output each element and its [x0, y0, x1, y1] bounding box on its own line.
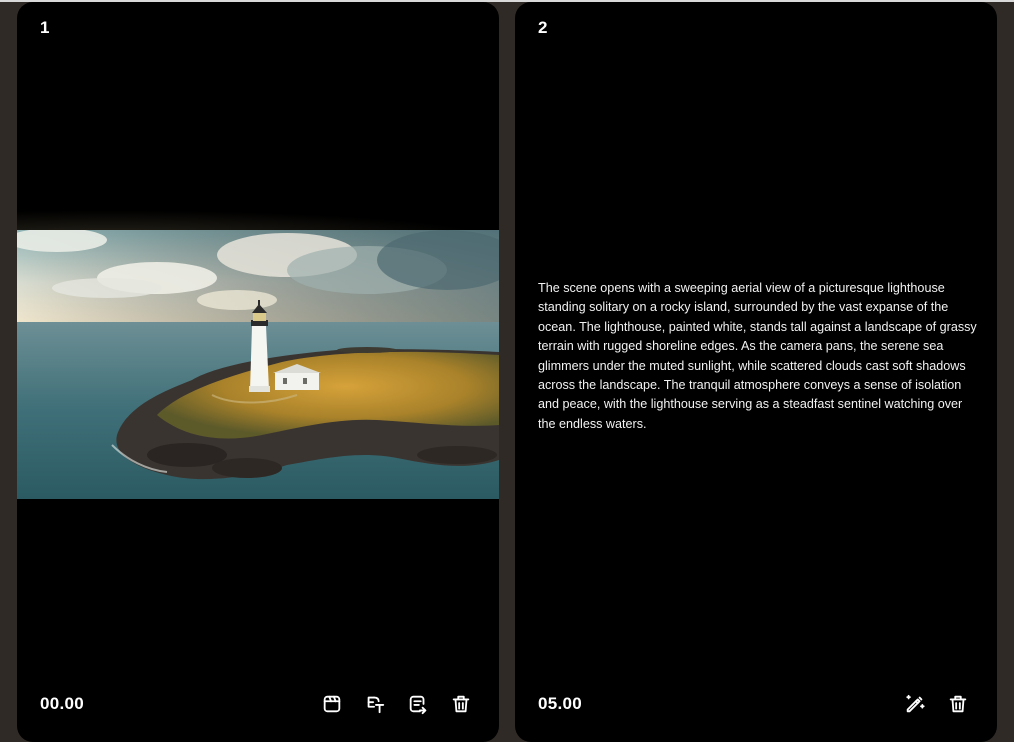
caption-icon [409, 695, 427, 715]
magic-edit-button[interactable] [903, 692, 927, 716]
scene-timestamp: 05.00 [538, 694, 583, 713]
clapperboard-button[interactable] [320, 692, 344, 716]
scene-number: 2 [538, 18, 548, 37]
scene-description[interactable]: The scene opens with a sweeping aerial v… [538, 279, 978, 434]
lighthouse-image [17, 230, 499, 499]
translate-icon [367, 696, 385, 714]
scene-thumbnail[interactable] [17, 230, 499, 499]
delete-button[interactable] [946, 692, 970, 716]
scene-card-1[interactable]: 1 00.00 [17, 2, 499, 742]
scene-toolbar [320, 692, 473, 716]
translate-button[interactable] [363, 692, 387, 716]
clapperboard-icon [323, 695, 341, 713]
magic-edit-icon [906, 694, 925, 713]
caption-button[interactable] [406, 692, 430, 716]
trash-icon [949, 695, 967, 713]
scene-card-2[interactable]: 2 The scene opens with a sweeping aerial… [515, 2, 997, 742]
scene-timestamp: 00.00 [40, 694, 85, 713]
scene-number: 1 [40, 18, 50, 37]
trash-icon [452, 695, 470, 713]
scene-toolbar [903, 692, 970, 716]
delete-button[interactable] [449, 692, 473, 716]
